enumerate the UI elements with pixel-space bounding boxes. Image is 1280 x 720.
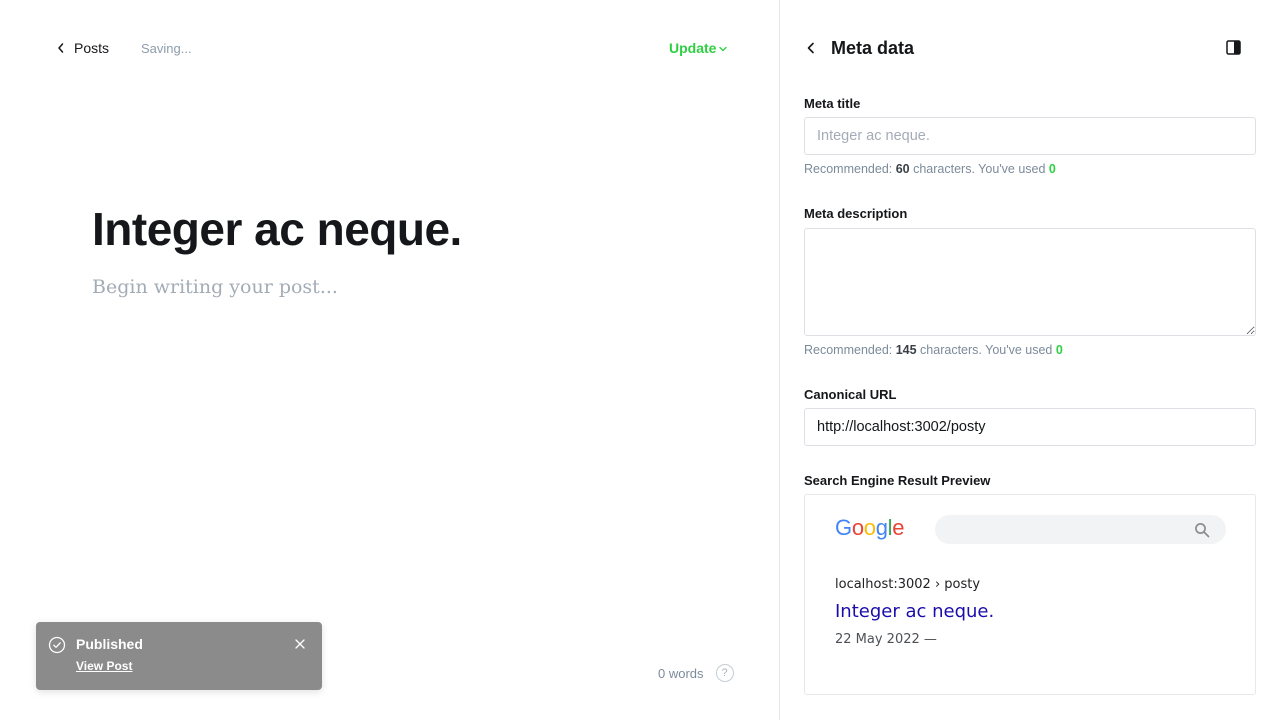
back-to-posts-button[interactable]: Posts bbox=[56, 40, 109, 56]
meta-description-input[interactable] bbox=[804, 228, 1256, 336]
back-arrow-icon[interactable] bbox=[804, 41, 818, 55]
sidebar-toggle-icon[interactable] bbox=[1226, 40, 1241, 55]
hint-used-count: 0 bbox=[1048, 162, 1056, 176]
sidebar-title: Meta data bbox=[831, 38, 915, 58]
help-icon[interactable]: ? bbox=[715, 664, 734, 682]
google-logo-letter: G bbox=[835, 515, 852, 540]
post-title-input[interactable]: Integer ac neque. bbox=[92, 201, 462, 257]
hint-prefix: Recommended: bbox=[804, 162, 896, 176]
word-count-area: 0 words ? bbox=[658, 664, 734, 682]
update-button[interactable]: Update bbox=[669, 40, 728, 56]
meta-title-hint: Recommended: 60 characters. You've used … bbox=[804, 162, 1056, 176]
serp-url: localhost:3002 › posty bbox=[835, 577, 981, 592]
meta-description-label: Meta description bbox=[804, 206, 908, 221]
meta-title-label: Meta title bbox=[804, 96, 861, 111]
meta-data-sidebar: Meta data Meta title Recommended: 60 cha… bbox=[780, 0, 1280, 720]
hint-middle: characters. You've used bbox=[909, 162, 1049, 176]
meta-description-hint: Recommended: 145 characters. You've used… bbox=[804, 343, 1063, 357]
editor-topbar: Posts Saving... bbox=[56, 40, 192, 56]
chevron-down-icon bbox=[719, 46, 728, 52]
canonical-url-label: Canonical URL bbox=[804, 387, 897, 402]
check-circle-icon bbox=[48, 636, 66, 654]
chevron-left-icon bbox=[58, 43, 64, 53]
update-label: Update bbox=[669, 40, 717, 56]
serp-preview-label: Search Engine Result Preview bbox=[804, 473, 991, 488]
serp-preview-card: Google localhost:3002 › posty Integer ac… bbox=[804, 494, 1256, 695]
canonical-url-input[interactable] bbox=[804, 408, 1256, 446]
serp-title: Integer ac neque. bbox=[835, 601, 995, 622]
back-label: Posts bbox=[74, 40, 110, 56]
word-count: 0 words bbox=[658, 665, 704, 681]
serp-date: 22 May 2022 — bbox=[835, 632, 937, 647]
google-search-bar bbox=[935, 515, 1226, 544]
toast-title: Published bbox=[76, 636, 143, 652]
google-logo-letter: e bbox=[892, 515, 905, 540]
hint-used-count: 0 bbox=[1055, 343, 1063, 357]
hint-recommended-count: 60 bbox=[895, 162, 910, 176]
close-icon[interactable] bbox=[294, 638, 306, 650]
hint-prefix: Recommended: bbox=[804, 343, 896, 357]
hint-middle: characters. You've used bbox=[916, 343, 1056, 357]
google-logo: Google bbox=[835, 515, 904, 541]
editor-pane: Posts Saving... Update Integer ac neque.… bbox=[0, 0, 779, 720]
hint-recommended-count: 145 bbox=[895, 343, 917, 357]
meta-title-input[interactable] bbox=[804, 117, 1256, 155]
search-icon bbox=[1195, 523, 1210, 538]
google-logo-letter: g bbox=[875, 515, 888, 540]
published-toast: Published View Post bbox=[36, 622, 322, 690]
view-post-link[interactable]: View Post bbox=[76, 659, 132, 673]
google-logo-letter: o bbox=[851, 515, 864, 540]
save-status: Saving... bbox=[141, 40, 192, 56]
google-logo-letter: o bbox=[863, 515, 876, 540]
post-body-editor[interactable]: Begin writing your post... bbox=[92, 276, 338, 298]
